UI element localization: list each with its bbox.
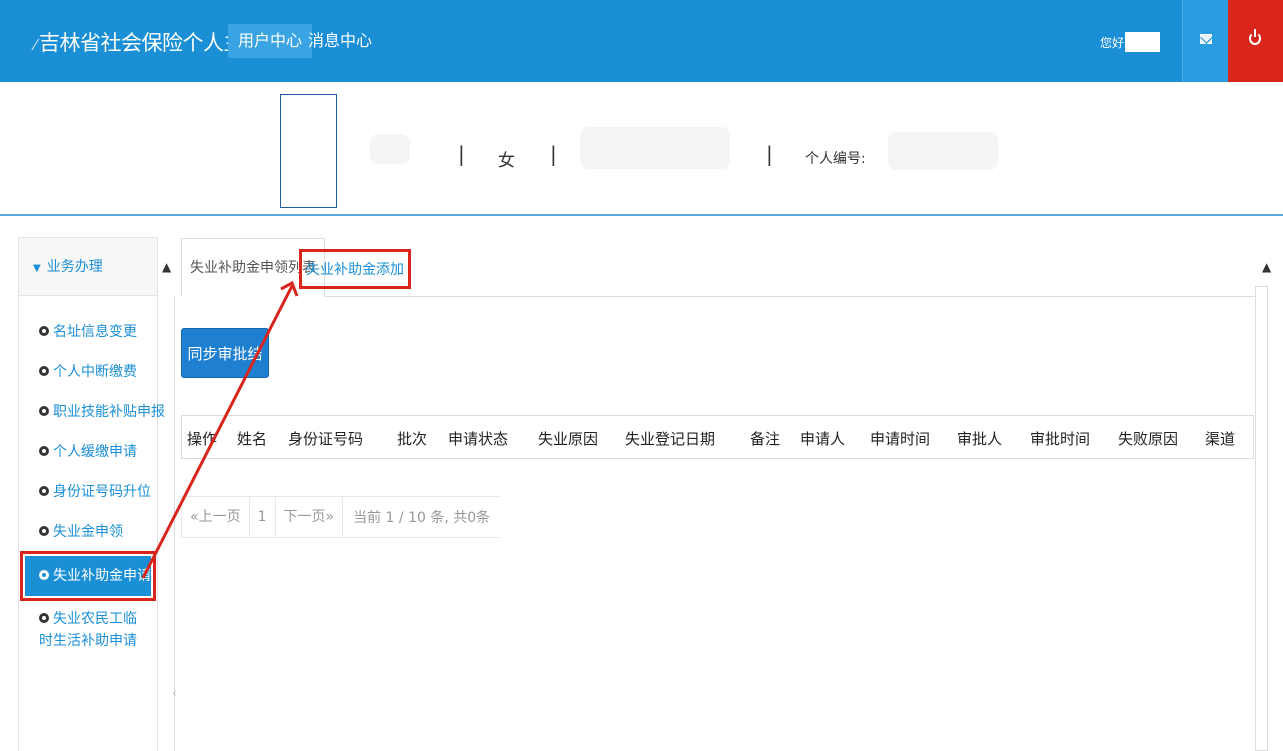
collapse-up-icon[interactable]: ▲ bbox=[162, 260, 171, 274]
id-number-redacted bbox=[580, 127, 730, 169]
person-id-label: 个人编号: bbox=[805, 151, 866, 167]
bullet-icon bbox=[39, 406, 49, 416]
next-page-button[interactable]: 下一页» bbox=[276, 496, 344, 538]
scroll-left-icon[interactable]: ‹ bbox=[172, 686, 177, 700]
table-header: 申请时间 bbox=[870, 430, 931, 448]
table-header: 姓名 bbox=[237, 430, 268, 448]
sidebar-title: 业务办理 bbox=[46, 259, 103, 275]
table-header: 失业原因 bbox=[538, 430, 599, 448]
bullet-icon bbox=[39, 446, 49, 456]
page-info: 当前 1 / 10 条, 共0条 bbox=[353, 510, 491, 526]
bullet-icon bbox=[39, 613, 49, 623]
profile-bar: | 女 | | 个人编号: bbox=[0, 82, 1283, 216]
nav-message-center[interactable]: 消息中心 bbox=[298, 24, 382, 58]
mail-icon bbox=[1200, 34, 1212, 44]
greeting-text: 您好, bbox=[1100, 36, 1128, 50]
table-header: 失败原因 bbox=[1118, 430, 1179, 448]
separator: | bbox=[766, 142, 773, 166]
bullet-icon bbox=[39, 486, 49, 496]
table-header: 批次 bbox=[397, 430, 428, 448]
sidebar-item-unemployment-subsidy[interactable]: 失业补助金申请 bbox=[20, 551, 156, 601]
table-header: 失业登记日期 bbox=[625, 430, 716, 448]
sidebar-item-suspend-payment[interactable]: 个人中断缴费 bbox=[19, 352, 157, 392]
mail-button[interactable] bbox=[1182, 0, 1228, 82]
pagination: «上一页 1 下一页» 当前 1 / 10 条, 共0条 bbox=[181, 496, 501, 538]
sidebar-item-label: 职业技能补贴申报 bbox=[53, 404, 165, 420]
scrollbar[interactable] bbox=[1255, 286, 1268, 751]
sidebar-item-unemployment-benefit[interactable]: 失业金申领 bbox=[19, 512, 157, 552]
separator: | bbox=[550, 142, 557, 166]
sync-approval-button[interactable]: 同步审批结果 bbox=[181, 328, 269, 413]
page-number-button[interactable]: 1 bbox=[250, 496, 276, 538]
table-header: 备注 bbox=[750, 430, 781, 448]
gender-value: 女 bbox=[498, 151, 515, 171]
power-icon bbox=[1249, 29, 1261, 45]
sidebar-header[interactable]: ▼ 业务办理 bbox=[19, 238, 157, 296]
sidebar-item-label: 个人缓缴申请 bbox=[53, 444, 137, 460]
table-header: 审批人 bbox=[957, 430, 1003, 448]
sidebar-item-deferred-payment[interactable]: 个人缓缴申请 bbox=[19, 432, 157, 472]
bullet-icon bbox=[39, 570, 49, 580]
collapse-up-icon[interactable]: ▲ bbox=[1262, 260, 1271, 274]
sidebar-item-migrant-worker-subsidy[interactable]: 失业农民工临时生活补助申请 bbox=[19, 600, 157, 652]
name-redacted bbox=[370, 134, 410, 164]
sidebar-item-address-change[interactable]: 名址信息变更 bbox=[19, 312, 157, 352]
logout-button[interactable] bbox=[1228, 0, 1283, 82]
sidebar-item-skill-subsidy[interactable]: 职业技能补贴申报 bbox=[19, 392, 165, 432]
bullet-icon bbox=[39, 526, 49, 536]
sidebar-item-label: 失业农民工临时生活补助申请 bbox=[39, 611, 137, 649]
tab-subsidy-add[interactable]: 失业补助金添加 bbox=[299, 249, 411, 289]
user-name-redacted bbox=[1125, 32, 1160, 52]
chevron-down-icon: ▼ bbox=[33, 263, 41, 274]
bullet-icon bbox=[39, 326, 49, 336]
table-header: 身份证号码 bbox=[288, 430, 364, 448]
table-header: 申请状态 bbox=[448, 430, 509, 448]
table-header: 审批时间 bbox=[1030, 430, 1091, 448]
prev-page-button[interactable]: «上一页 bbox=[182, 496, 250, 538]
sidebar-item-label: 名址信息变更 bbox=[53, 324, 137, 340]
top-bar: ⁄ 吉林省社会保险个人主页 用户中心 消息中心 您好, bbox=[0, 0, 1283, 82]
sidebar-item-label: 失业补助金申请 bbox=[53, 568, 151, 584]
avatar bbox=[280, 94, 337, 208]
table-header: 渠道 bbox=[1205, 430, 1236, 448]
separator: | bbox=[458, 142, 465, 166]
leaf-icon: ⁄ bbox=[34, 36, 37, 54]
sidebar-item-label: 失业金申领 bbox=[53, 524, 123, 540]
sidebar-item-label: 个人中断缴费 bbox=[53, 364, 137, 380]
table-header: 操作 bbox=[187, 430, 218, 448]
bullet-icon bbox=[39, 366, 49, 376]
sidebar: ▼ 业务办理 名址信息变更 个人中断缴费 职业技能补贴申报 个人缓缴申请 身份证号… bbox=[18, 237, 165, 751]
sidebar-item-id-upgrade[interactable]: 身份证号码升位 bbox=[19, 472, 157, 512]
person-id-redacted bbox=[888, 132, 998, 170]
results-table: 操作 姓名 身份证号码 批次 申请状态 失业原因 失业登记日期 备注 申请人 申… bbox=[181, 415, 1254, 459]
table-header: 申请人 bbox=[800, 430, 846, 448]
sidebar-item-label: 身份证号码升位 bbox=[53, 484, 151, 500]
